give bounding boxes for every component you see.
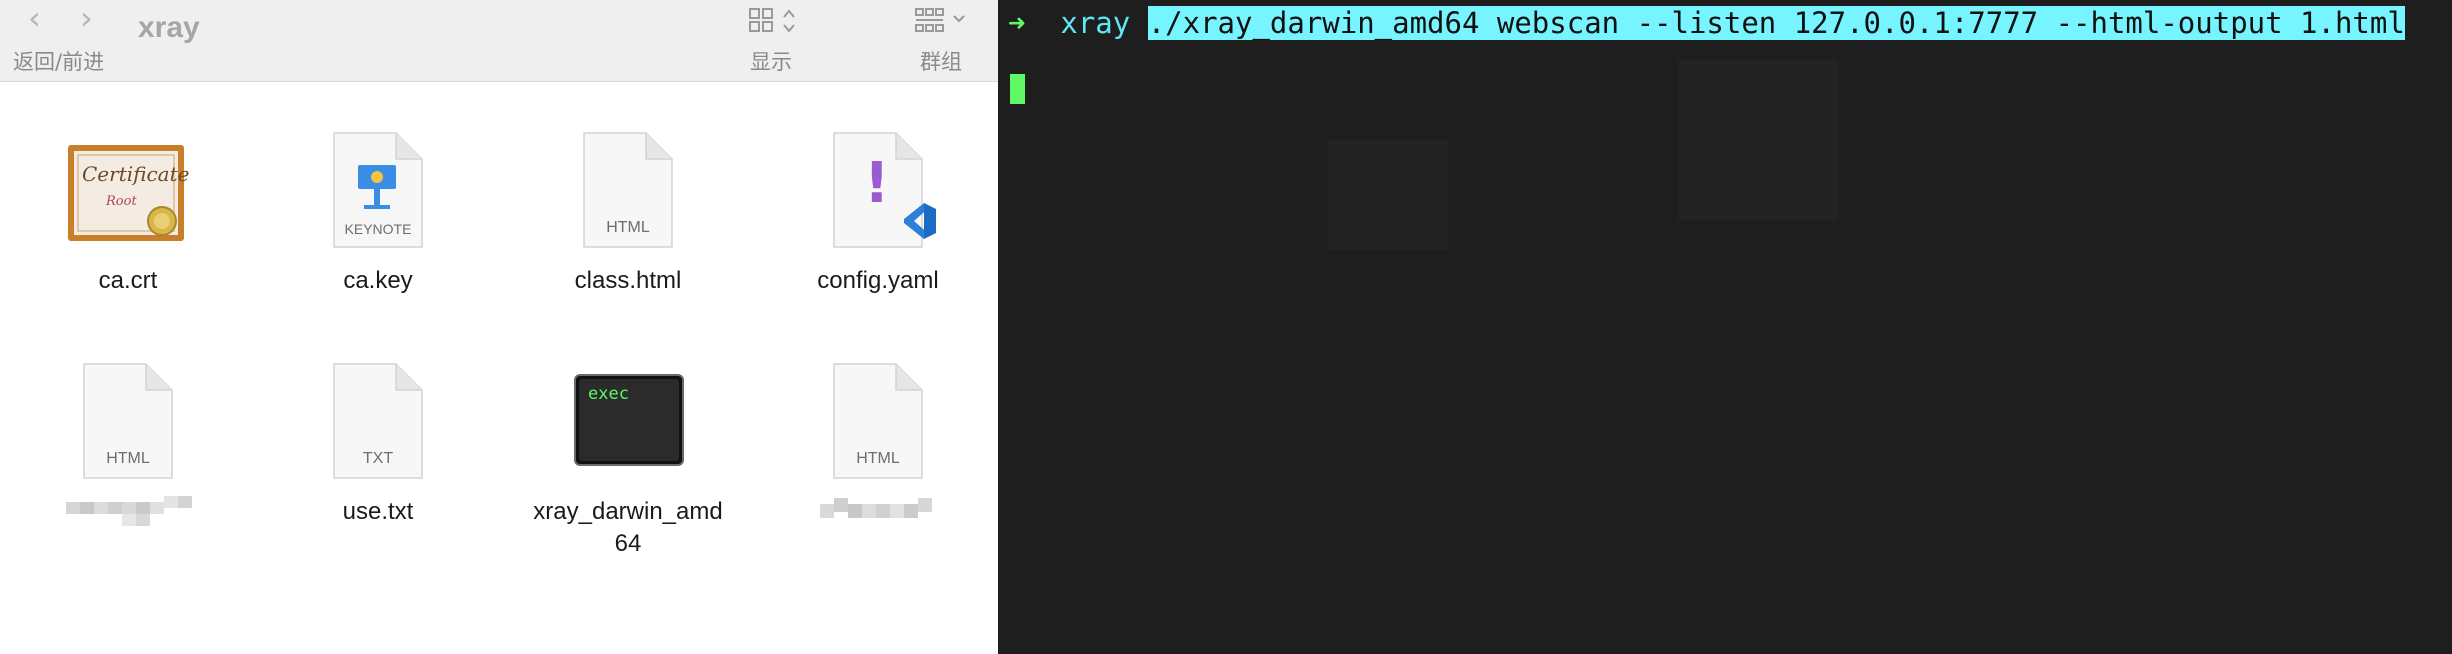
file-ext-label: HTML	[606, 219, 650, 236]
terminal-cursor	[1010, 74, 1025, 104]
file-item-blurred-html[interactable]: HTML	[8, 358, 248, 558]
file-ext-label: HTML	[106, 450, 150, 467]
file-name: config.yaml	[817, 267, 939, 294]
file-item-config-yaml[interactable]: ! config.yaml	[758, 127, 998, 327]
file-ext-label: HTML	[856, 450, 900, 467]
file-item-xray-exec[interactable]: exec xray_darwin_amd 64	[508, 358, 748, 558]
txt-document-icon: TXT	[332, 362, 424, 480]
exec-icon-text: exec	[588, 384, 629, 404]
selected-command[interactable]: ./xray_darwin_amd64 webscan --listen 127…	[1147, 6, 2405, 40]
prompt-directory: xray	[1060, 6, 1131, 40]
window-title: xray	[138, 11, 200, 44]
background-ghost	[1328, 140, 1448, 250]
redacted-file-name	[66, 496, 198, 532]
file-item-blurred-html-2[interactable]: HTML	[758, 358, 998, 558]
forward-arrow-icon[interactable]: ›	[80, 2, 93, 34]
yaml-document-icon: !	[832, 131, 936, 249]
terminal-window[interactable]: ➜ xray ./xray_darwin_amd64 webscan --lis…	[998, 0, 2452, 654]
html-document-icon: HTML	[832, 362, 924, 480]
group-icon[interactable]	[914, 6, 980, 43]
view-label: 显示	[750, 50, 792, 74]
file-item-use-txt[interactable]: TXT use.txt	[258, 358, 498, 558]
file-ext-label: TXT	[362, 450, 394, 467]
view-icon[interactable]	[748, 6, 808, 43]
file-name: xray_darwin_amd 64	[533, 498, 723, 557]
file-name: ca.key	[343, 267, 413, 294]
certificate-icon: Certificate Root	[8, 127, 248, 257]
file-name: class.html	[574, 267, 682, 294]
file-item-ca-crt[interactable]: Certificate Root ca.crt	[8, 127, 248, 327]
certificate-icon-subtext: Root	[105, 194, 137, 209]
certificate-icon-text: Certificate	[82, 162, 189, 186]
prompt-arrow-icon: ➜	[1008, 6, 1026, 40]
keynote-icon: KEYNOTE	[332, 131, 424, 249]
back-forward-label: 返回/前进	[13, 50, 105, 74]
finder-toolbar: ‹ › 返回/前进 xray 显示 群组	[0, 0, 998, 82]
file-item-class-html[interactable]: HTML class.html	[508, 127, 748, 327]
redacted-file-name	[820, 496, 934, 532]
back-arrow-icon[interactable]: ‹	[28, 2, 41, 34]
file-name: use.txt	[342, 498, 414, 525]
exec-terminal-icon: exec	[508, 358, 748, 488]
html-document-icon: HTML	[82, 362, 174, 480]
file-item-ca-key[interactable]: KEYNOTE ca.key	[258, 127, 498, 327]
finder-window: ‹ › 返回/前进 xray 显示 群组 Certificate Root ca…	[0, 0, 998, 654]
file-name: ca.crt	[98, 267, 158, 294]
file-ext-label: KEYNOTE	[344, 221, 412, 237]
html-document-icon: HTML	[582, 131, 674, 249]
group-label: 群组	[920, 50, 962, 74]
terminal-command-line: ➜ xray ./xray_darwin_amd64 webscan --lis…	[1008, 4, 2405, 42]
background-ghost	[1678, 60, 1838, 220]
yaml-badge: !	[864, 151, 890, 216]
